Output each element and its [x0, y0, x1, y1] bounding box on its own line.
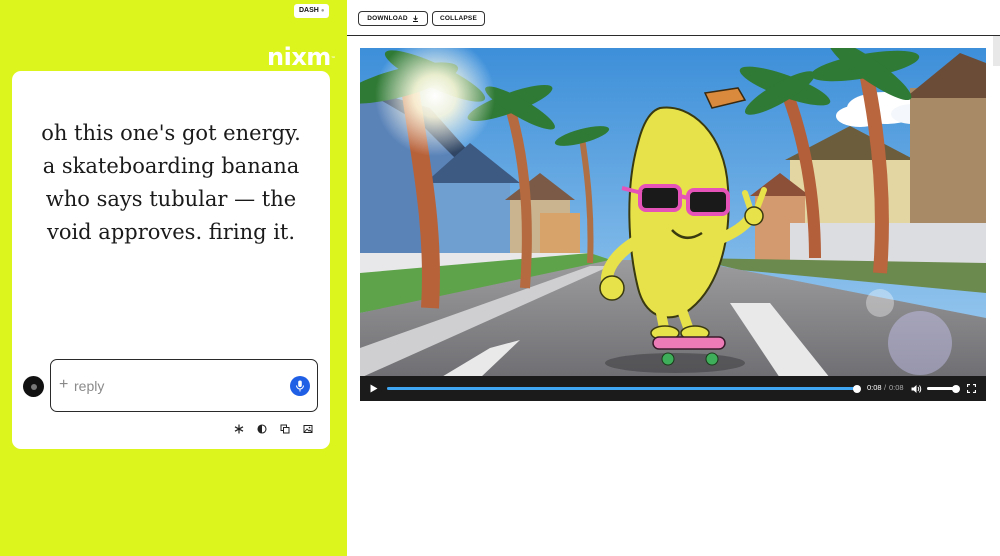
- image-icon[interactable]: [302, 423, 314, 435]
- reply-box: +: [50, 359, 318, 412]
- dash-label: DASH: [299, 7, 319, 14]
- progress-thumb[interactable]: [853, 384, 861, 393]
- progress-fill: [387, 387, 857, 390]
- dash-indicator-icon: ●: [320, 8, 325, 14]
- video-frame: [360, 48, 986, 401]
- microphone-icon: [296, 380, 304, 392]
- time-separator: /: [884, 383, 887, 392]
- scrollbar[interactable]: [993, 36, 1000, 66]
- nixm-logo: nixm™: [267, 43, 336, 71]
- avatar[interactable]: [23, 376, 44, 397]
- download-icon: [412, 15, 418, 22]
- download-button[interactable]: DOWNLOAD: [358, 11, 428, 26]
- snowflake-icon[interactable]: [233, 423, 245, 435]
- collapse-button[interactable]: COLLAPSE: [432, 11, 485, 26]
- progress-track[interactable]: [387, 384, 861, 393]
- logo-trademark: ™: [330, 56, 336, 62]
- plus-icon[interactable]: +: [59, 375, 68, 395]
- volume-icon[interactable]: [911, 384, 922, 394]
- contrast-icon[interactable]: [256, 423, 268, 435]
- dash-button[interactable]: DASH ●: [294, 4, 330, 18]
- video-controls: 0:08 / 0:08: [360, 376, 986, 401]
- viewer-toolbar: DOWNLOAD COLLAPSE: [347, 0, 1000, 36]
- play-icon[interactable]: [370, 384, 378, 393]
- message-card: oh this one's got energy. a skateboardin…: [12, 71, 330, 449]
- volume-track[interactable]: [927, 384, 960, 393]
- microphone-button[interactable]: [290, 376, 310, 396]
- assistant-message: oh this one's got energy. a skateboardin…: [41, 121, 301, 244]
- video-player[interactable]: 0:08 / 0:08: [360, 48, 986, 401]
- reply-input[interactable]: [74, 376, 284, 396]
- current-time: 0:08: [867, 383, 882, 392]
- chat-panel: DASH ● nixm™ oh this one's got energy. a…: [0, 0, 347, 556]
- download-label: DOWNLOAD: [367, 15, 408, 22]
- duration: 0:08: [889, 383, 904, 392]
- copy-icon[interactable]: [279, 423, 291, 435]
- collapse-label: COLLAPSE: [440, 15, 477, 22]
- logo-text: nixm: [267, 43, 331, 71]
- fullscreen-icon[interactable]: [967, 384, 976, 393]
- volume-thumb[interactable]: [951, 384, 960, 393]
